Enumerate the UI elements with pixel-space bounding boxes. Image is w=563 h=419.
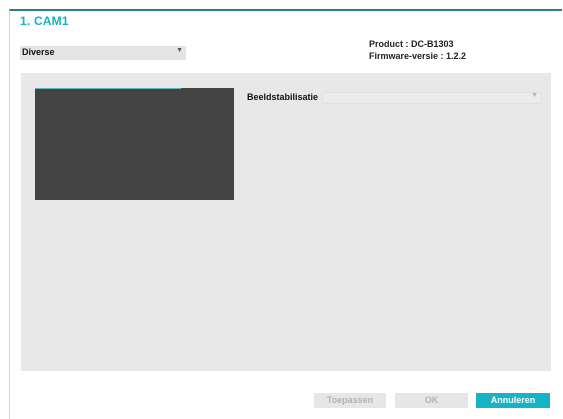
image-stabilization-label: Beeldstabilisatie — [247, 92, 319, 102]
ok-button[interactable]: OK — [395, 393, 468, 408]
category-select[interactable]: Diverse ▼ — [20, 46, 186, 60]
apply-button[interactable]: Toepassen — [314, 393, 386, 408]
cancel-button[interactable]: Annuleren — [476, 393, 550, 408]
product-info: Product : DC-B1303 — [369, 39, 454, 49]
device-info: Product : DC-B1303 Firmware-versie : 1.2… — [369, 38, 466, 62]
category-select-value: Diverse — [22, 47, 55, 57]
dialog-title: 1. CAM1 — [20, 14, 69, 28]
image-stabilization-select[interactable]: ▼ — [322, 92, 542, 104]
firmware-info: Firmware-versie : 1.2.2 — [369, 51, 467, 61]
chevron-down-icon: ▼ — [176, 47, 183, 54]
chevron-down-icon: ▼ — [531, 92, 538, 99]
video-preview — [35, 88, 234, 200]
preview-accent-line — [35, 88, 181, 89]
